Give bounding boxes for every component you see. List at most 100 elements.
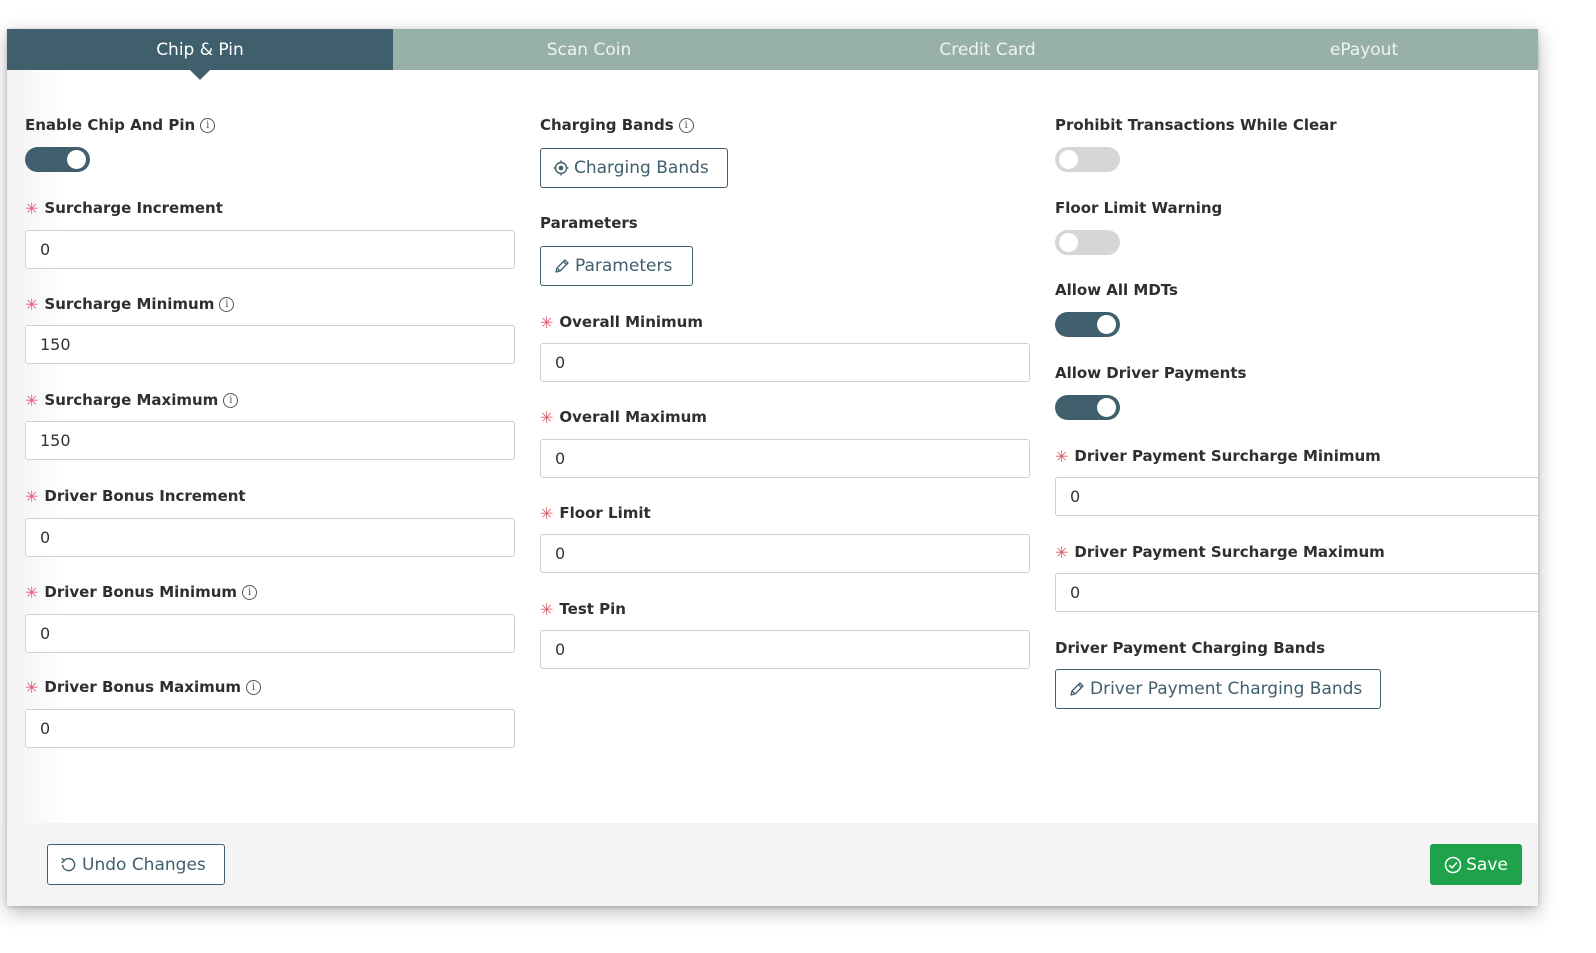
driver-bonus-minimum-field: ✳ Driver Bonus Minimum i: [25, 582, 258, 602]
field-label: Driver Bonus Maximum: [44, 678, 242, 696]
allow-driver-payments-toggle[interactable]: [1055, 395, 1120, 420]
tab-credit-card[interactable]: Credit Card: [785, 29, 1190, 70]
charging-bands-field: Charging Bands i: [540, 115, 694, 135]
field-label: Charging Bands: [540, 116, 674, 134]
asterisk-icon: ✳: [540, 312, 554, 332]
field-label: Driver Bonus Increment: [44, 487, 246, 505]
allow-driver-payments-field: Allow Driver Payments: [1055, 363, 1246, 383]
tab-scan-coin[interactable]: Scan Coin: [393, 29, 785, 70]
parameters-field: Parameters: [540, 213, 638, 233]
surcharge-maximum-input[interactable]: [25, 421, 515, 460]
field-label: Surcharge Increment: [44, 199, 223, 217]
field-label: Test Pin: [559, 600, 626, 618]
overall-maximum-input[interactable]: [540, 439, 1030, 478]
floor-limit-warning-field: Floor Limit Warning: [1055, 198, 1222, 218]
floor-limit-warning-toggle[interactable]: [1055, 230, 1120, 255]
info-circle-icon[interactable]: i: [678, 117, 694, 133]
test-pin-field: ✳ Test Pin: [540, 599, 626, 619]
driver-bonus-increment-input[interactable]: [25, 518, 515, 557]
floor-limit-field: ✳ Floor Limit: [540, 503, 651, 523]
undo-changes-button[interactable]: Undo Changes: [47, 844, 225, 885]
field-label: Prohibit Transactions While Clear: [1055, 116, 1337, 134]
tab-label: Scan Coin: [546, 39, 632, 60]
field-label: Allow All MDTs: [1055, 281, 1178, 299]
surcharge-maximum-field: ✳ Surcharge Maximum i: [25, 390, 239, 410]
info-circle-icon[interactable]: i: [223, 392, 239, 408]
asterisk-icon: ✳: [1055, 446, 1069, 466]
toggle-knob: [67, 150, 86, 169]
driver-bonus-maximum-field: ✳ Driver Bonus Maximum i: [25, 677, 262, 697]
surcharge-minimum-field: ✳ Surcharge Minimum i: [25, 294, 235, 314]
driver-bonus-increment-field: ✳ Driver Bonus Increment: [25, 486, 246, 506]
button-label: Undo Changes: [82, 854, 206, 875]
field-label: Surcharge Minimum: [44, 295, 215, 313]
surcharge-increment-input[interactable]: [25, 230, 515, 269]
field-label: Overall Minimum: [559, 313, 703, 331]
driver-bonus-minimum-input[interactable]: [25, 614, 515, 653]
overall-minimum-input[interactable]: [540, 343, 1030, 382]
field-label: Enable Chip And Pin: [25, 116, 196, 134]
overall-maximum-field: ✳ Overall Maximum: [540, 407, 707, 427]
allow-all-mdts-toggle[interactable]: [1055, 312, 1120, 337]
asterisk-icon: ✳: [540, 407, 554, 427]
field-label: Driver Bonus Minimum: [44, 583, 238, 601]
pencil-icon: [553, 258, 570, 275]
info-circle-icon[interactable]: i: [246, 679, 262, 695]
button-label: Driver Payment Charging Bands: [1090, 679, 1363, 699]
asterisk-icon: ✳: [25, 486, 39, 506]
asterisk-icon: ✳: [25, 677, 39, 697]
prohibit-transactions-field: Prohibit Transactions While Clear: [1055, 115, 1337, 135]
enable-chip-pin-toggle[interactable]: [25, 147, 90, 172]
driver-payment-charging-bands-field: Driver Payment Charging Bands: [1055, 638, 1325, 658]
driver-payment-surcharge-maximum-field: ✳ Driver Payment Surcharge Maximum: [1055, 542, 1385, 562]
toggle-knob: [1097, 315, 1116, 334]
field-label: Floor Limit Warning: [1055, 199, 1223, 217]
toggle-knob: [1059, 233, 1078, 252]
button-label: Save: [1466, 854, 1508, 875]
tab-epayout[interactable]: ePayout: [1190, 29, 1538, 70]
tab-label: Chip & Pin: [156, 39, 244, 60]
surcharge-minimum-input[interactable]: [25, 325, 515, 364]
driver-bonus-maximum-input[interactable]: [25, 709, 515, 748]
field-label: Allow Driver Payments: [1055, 364, 1247, 382]
charging-bands-button[interactable]: Charging Bands: [540, 148, 728, 188]
driver-payment-surcharge-minimum-field: ✳ Driver Payment Surcharge Minimum: [1055, 446, 1381, 466]
asterisk-icon: ✳: [25, 294, 39, 314]
enable-chip-pin-field: Enable Chip And Pin i: [25, 115, 216, 135]
info-circle-icon[interactable]: i: [219, 296, 235, 312]
asterisk-icon: ✳: [540, 503, 554, 523]
floor-limit-input[interactable]: [540, 534, 1030, 573]
overall-minimum-field: ✳ Overall Minimum: [540, 312, 703, 332]
field-label: Surcharge Maximum: [44, 391, 219, 409]
save-button[interactable]: Save: [1430, 844, 1522, 885]
pencil-icon: [1068, 681, 1085, 698]
prohibit-transactions-toggle[interactable]: [1055, 147, 1120, 172]
test-pin-input[interactable]: [540, 630, 1030, 669]
field-label: Driver Payment Surcharge Minimum: [1074, 447, 1381, 465]
asterisk-icon: ✳: [25, 582, 39, 602]
target-icon: [553, 160, 569, 176]
asterisk-icon: ✳: [25, 198, 39, 218]
allow-all-mdts-field: Allow All MDTs: [1055, 280, 1178, 300]
button-label: Charging Bands: [574, 158, 709, 178]
field-label: Driver Payment Surcharge Maximum: [1074, 543, 1385, 561]
asterisk-icon: ✳: [1055, 542, 1069, 562]
driver-payment-surcharge-maximum-input[interactable]: [1055, 573, 1538, 612]
tab-chip-pin[interactable]: Chip & Pin: [7, 29, 393, 80]
parameters-button[interactable]: Parameters: [540, 246, 693, 286]
field-label: Floor Limit: [559, 504, 651, 522]
button-label: Parameters: [575, 256, 673, 276]
asterisk-icon: ✳: [25, 390, 39, 410]
footer-bar: [7, 823, 1538, 906]
info-circle-icon[interactable]: i: [242, 584, 258, 600]
driver-payment-charging-bands-button[interactable]: Driver Payment Charging Bands: [1055, 669, 1381, 709]
tab-label: ePayout: [1329, 39, 1399, 60]
tab-label: Credit Card: [939, 39, 1036, 60]
field-label: Driver Payment Charging Bands: [1055, 639, 1326, 657]
surcharge-increment-field: ✳ Surcharge Increment: [25, 198, 223, 218]
settings-panel: Chip & Pin Scan Coin Credit Card ePayout…: [7, 29, 1538, 906]
toggle-knob: [1097, 398, 1116, 417]
info-circle-icon[interactable]: i: [200, 117, 216, 133]
driver-payment-surcharge-minimum-input[interactable]: [1055, 477, 1538, 516]
check-circle-icon: [1444, 856, 1462, 874]
